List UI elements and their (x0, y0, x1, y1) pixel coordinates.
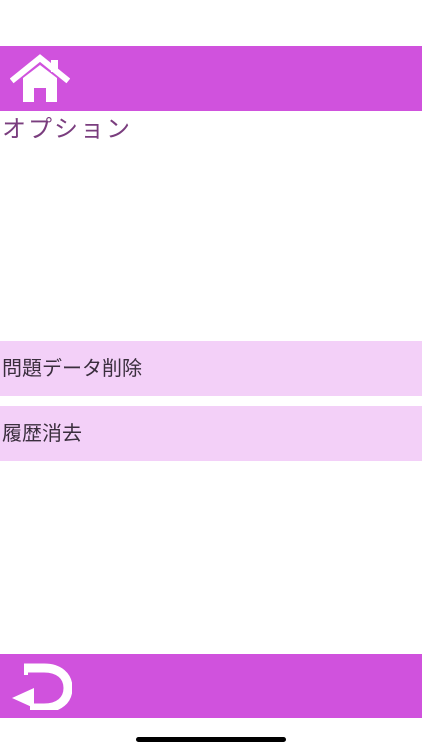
menu-item-label: 履歴消去 (2, 421, 82, 445)
home-icon (9, 54, 71, 102)
clear-history-button[interactable]: 履歴消去 (0, 406, 422, 461)
header-bar (0, 46, 422, 111)
menu-item-label: 問題データ削除 (2, 356, 142, 380)
page-title: オプション (2, 115, 132, 143)
footer-bar (0, 654, 422, 718)
home-indicator (136, 737, 286, 742)
home-button[interactable] (9, 54, 71, 104)
options-screen: オプション 問題データ削除 履歴消去 (0, 0, 422, 750)
back-button[interactable] (10, 662, 73, 713)
back-arrow-icon (12, 663, 73, 713)
delete-question-data-button[interactable]: 問題データ削除 (0, 341, 422, 396)
